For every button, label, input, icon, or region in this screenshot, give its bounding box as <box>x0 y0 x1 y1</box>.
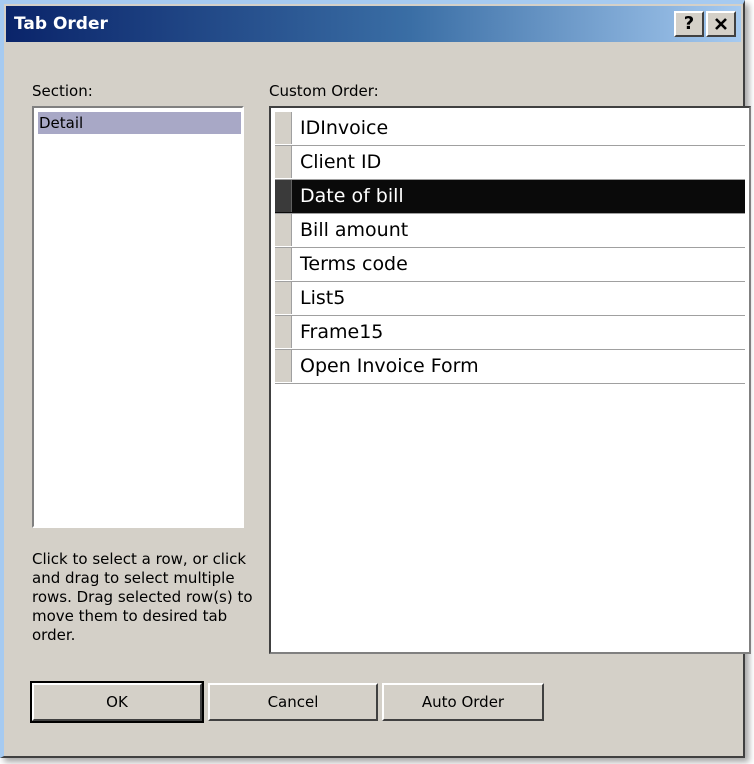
help-text: Click to select a row, or click and drag… <box>32 550 253 644</box>
row-label: Bill amount <box>300 219 409 241</box>
row-label: Date of bill <box>300 185 404 207</box>
row-label: Frame15 <box>300 321 384 343</box>
order-row[interactable]: Bill amount <box>275 214 745 248</box>
close-icon <box>715 18 727 30</box>
row-selector[interactable] <box>275 248 292 280</box>
order-row[interactable]: Open Invoice Form <box>275 350 745 384</box>
help-button[interactable]: ? <box>674 11 704 37</box>
row-selector[interactable] <box>275 112 292 144</box>
order-row-selected[interactable]: Date of bill <box>275 180 745 214</box>
ok-button[interactable]: OK <box>30 681 204 723</box>
close-button[interactable] <box>706 11 736 37</box>
row-selector[interactable] <box>275 146 292 178</box>
row-selector[interactable] <box>275 282 292 314</box>
title-bar[interactable]: Tab Order ? <box>6 6 741 42</box>
row-label: Terms code <box>300 253 408 275</box>
section-item-detail[interactable]: Detail <box>38 112 241 134</box>
row-selector[interactable] <box>275 214 292 246</box>
tab-order-dialog: Tab Order ? Section: Detail Click to sel… <box>0 0 751 758</box>
section-list[interactable]: Detail <box>32 106 244 528</box>
row-label: IDInvoice <box>300 117 389 139</box>
auto-order-button[interactable]: Auto Order <box>382 683 544 721</box>
order-row[interactable]: Frame15 <box>275 316 745 350</box>
order-row[interactable]: Terms code <box>275 248 745 282</box>
custom-order-grid[interactable]: IDInvoice Client ID Date of bill Bill am… <box>269 106 751 654</box>
section-label: Section: <box>32 82 93 100</box>
cancel-button[interactable]: Cancel <box>208 683 378 721</box>
order-row[interactable]: List5 <box>275 282 745 316</box>
order-row[interactable]: Client ID <box>275 146 745 180</box>
row-selector[interactable] <box>275 316 292 348</box>
row-label: List5 <box>300 287 346 309</box>
row-selector[interactable] <box>275 350 292 382</box>
order-row[interactable]: IDInvoice <box>275 112 745 146</box>
dialog-title: Tab Order <box>14 14 108 34</box>
row-selector[interactable] <box>275 180 292 212</box>
row-label: Open Invoice Form <box>300 355 479 377</box>
row-label: Client ID <box>300 151 382 173</box>
custom-order-label: Custom Order: <box>269 82 379 100</box>
